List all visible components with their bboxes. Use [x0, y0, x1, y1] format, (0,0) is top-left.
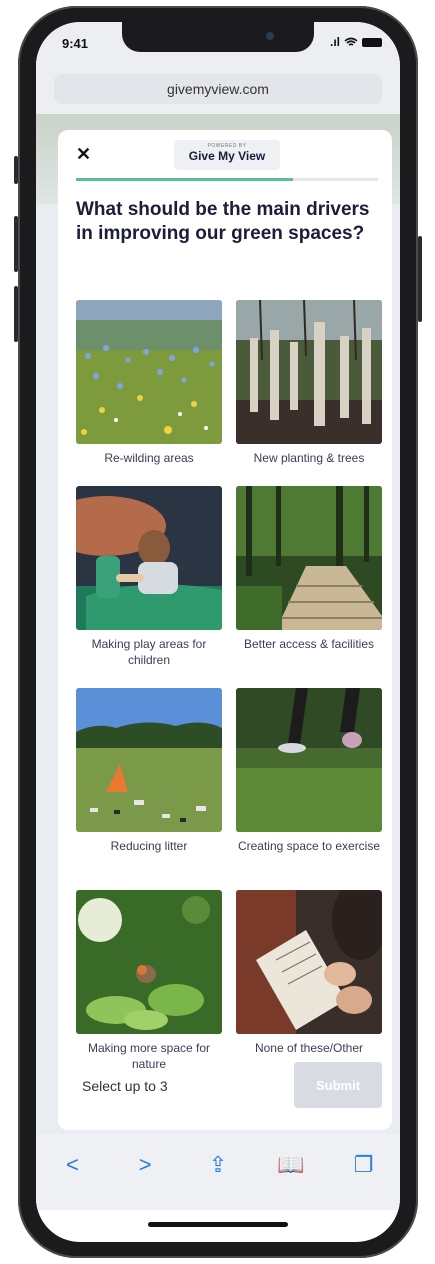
phone-screen: 9:41 .ıl givemyview.com ✕ POWERED BY Giv…	[36, 22, 400, 1242]
question-title: What should be the main drivers in impro…	[76, 199, 370, 244]
planting-image	[236, 300, 382, 444]
tabs-icon[interactable]: ❐	[344, 1152, 384, 1178]
access-image	[236, 486, 382, 630]
option-label: Creating space to exercise	[237, 839, 381, 853]
survey-card: ✕ POWERED BY Give My View What should be…	[58, 130, 392, 1130]
option-label: Reducing litter	[110, 839, 188, 853]
signal-icon: .ıl	[329, 35, 340, 49]
option-label: None of these/Other	[254, 1041, 364, 1055]
selection-hint: Select up to 3	[82, 1078, 168, 1094]
progress-bar	[76, 178, 378, 181]
volume-up-button	[14, 216, 18, 272]
litter-image	[76, 688, 222, 832]
option-label: Re-wilding areas	[104, 451, 194, 465]
url-field[interactable]: givemyview.com	[54, 74, 382, 104]
option-card-nature[interactable]: Making more space for nature	[76, 890, 222, 1072]
status-bar: 9:41 .ıl	[36, 22, 400, 68]
camera	[266, 32, 274, 40]
option-card-access[interactable]: Better access & facilities	[236, 486, 382, 652]
battery-icon	[362, 37, 382, 47]
notch	[122, 22, 314, 52]
close-icon[interactable]: ✕	[76, 144, 91, 165]
option-label: Better access & facilities	[243, 637, 375, 651]
option-card-other[interactable]: None of these/Other	[236, 890, 382, 1056]
back-icon[interactable]: <	[52, 1152, 92, 1178]
exercise-image	[236, 688, 382, 832]
bookmarks-icon[interactable]: 📖	[271, 1152, 311, 1178]
nature-image	[76, 890, 222, 1034]
home-indicator	[148, 1222, 288, 1227]
option-label: Making more space for nature	[87, 1041, 211, 1071]
status-time: 9:41	[62, 36, 89, 51]
status-icons: .ıl	[330, 35, 382, 49]
share-icon[interactable]: ⇪	[198, 1152, 238, 1178]
progress-fill	[76, 178, 294, 181]
wifi-icon	[344, 37, 358, 46]
brand-name: Give My View	[188, 149, 266, 163]
submit-button[interactable]: Submit	[294, 1062, 382, 1108]
other-image	[236, 890, 382, 1034]
browser-toolbar: < > ⇪ 📖 ❐	[36, 1134, 400, 1210]
url-bar: givemyview.com	[36, 68, 400, 114]
play-area-image	[76, 486, 222, 630]
option-label: Making play areas for children	[91, 637, 207, 667]
option-card-play-areas[interactable]: Making play areas for children	[76, 486, 222, 668]
option-card-rewilding[interactable]: Re-wilding areas	[76, 300, 222, 466]
option-card-planting[interactable]: New planting & trees	[236, 300, 382, 466]
volume-down-button	[14, 286, 18, 342]
mute-switch	[14, 156, 18, 184]
option-label: New planting & trees	[253, 451, 365, 465]
option-card-exercise[interactable]: Creating space to exercise	[236, 688, 382, 854]
option-card-litter[interactable]: Reducing litter	[76, 688, 222, 854]
brand-logo: POWERED BY Give My View	[174, 140, 280, 170]
power-button	[418, 236, 422, 322]
rewilding-image	[76, 300, 222, 444]
forward-icon[interactable]: >	[125, 1152, 165, 1178]
